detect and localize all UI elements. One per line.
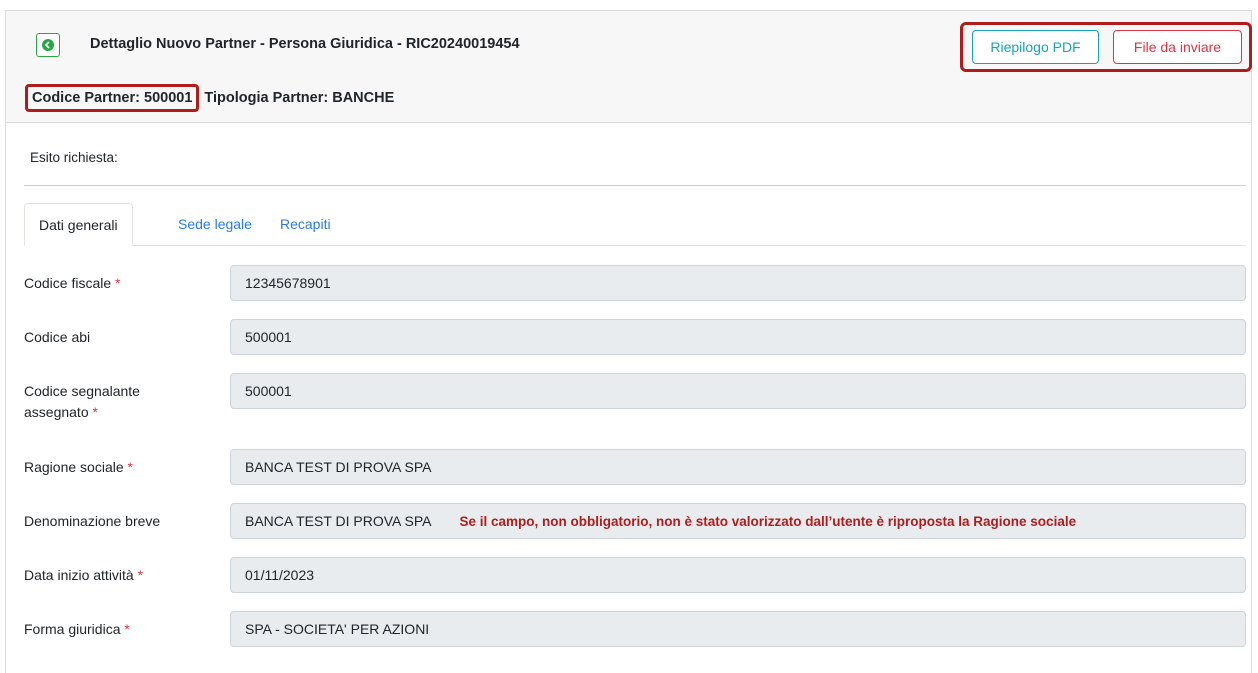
denominazione-breve-value: BANCA TEST DI PROVA SPA <box>245 513 432 529</box>
codice-segnalante-field[interactable]: 500001 <box>230 373 1246 409</box>
arrow-left-circle-icon <box>42 39 54 51</box>
tab-recapiti[interactable]: Recapiti <box>266 203 345 245</box>
codice-abi-field[interactable]: 500001 <box>230 319 1246 355</box>
partner-info: Codice Partner: 500001 Tipologia Partner:… <box>25 84 395 112</box>
ragione-sociale-label: Ragione sociale * <box>24 459 133 475</box>
codice-fiscale-label: Codice fiscale * <box>24 275 121 291</box>
denominazione-breve-field[interactable]: BANCA TEST DI PROVA SPA Se il campo, non… <box>230 503 1246 539</box>
tab-bar: Dati generali Sede legale Recapiti <box>24 203 1246 246</box>
forma-giuridica-label: Forma giuridica * <box>24 621 130 637</box>
codice-partner: Codice Partner: 500001 <box>25 84 200 112</box>
file-da-inviare-button[interactable]: File da inviare <box>1113 30 1242 64</box>
tab-dati-generali[interactable]: Dati generali <box>24 203 133 246</box>
denominazione-note: Se il campo, non obbligatorio, non è sta… <box>459 513 1077 529</box>
codice-abi-label: Codice abi <box>24 329 91 345</box>
ragione-sociale-field[interactable]: BANCA TEST DI PROVA SPA <box>230 449 1246 485</box>
codice-segnalante-label: Codice segnalante assegnato * <box>24 383 140 420</box>
tab-sede-legale[interactable]: Sede legale <box>164 203 266 245</box>
riepilogo-pdf-button[interactable]: Riepilogo PDF <box>972 30 1099 64</box>
divider <box>24 185 1246 186</box>
denominazione-breve-label: Denominazione breve <box>24 513 161 529</box>
data-inizio-label: Data inizio attività * <box>24 567 144 583</box>
esito-richiesta-label: Esito richiesta: <box>30 150 118 165</box>
tipologia-partner: Tipologia Partner: BANCHE <box>204 90 395 106</box>
page-title: Dettaglio Nuovo Partner - Persona Giurid… <box>90 36 520 52</box>
codice-fiscale-field[interactable]: 12345678901 <box>230 265 1246 301</box>
data-inizio-field[interactable]: 01/11/2023 <box>230 557 1246 593</box>
back-button[interactable] <box>36 33 60 57</box>
forma-giuridica-field[interactable]: SPA - SOCIETA' PER AZIONI <box>230 611 1246 647</box>
